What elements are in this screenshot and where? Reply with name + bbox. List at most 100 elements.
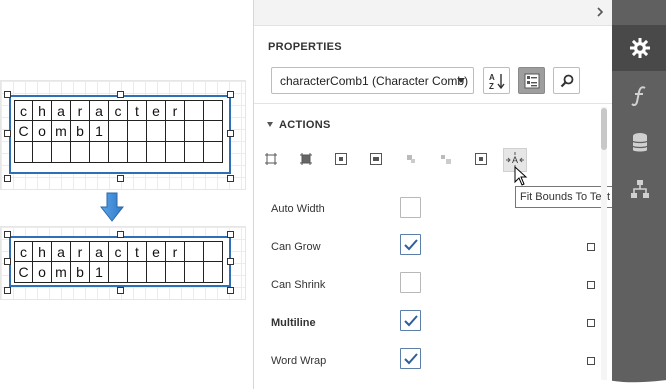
sort-az-button[interactable]: A Z [483,67,510,94]
actions-section-header[interactable]: ACTIONS [267,119,331,131]
resize-handle[interactable] [227,175,234,182]
selector-value: characterComb1 (Character Comb) [280,74,469,88]
word-wrap-checkbox[interactable] [400,348,421,369]
resize-handle[interactable] [227,287,234,294]
resize-handle[interactable] [227,130,234,137]
multiline-checkbox[interactable] [400,310,421,331]
comb-cell [33,142,52,163]
comb-cell: r [166,241,185,262]
prop-label-auto-width: Auto Width [271,203,325,215]
character-comb-after[interactable]: characterComb1 [9,236,231,287]
design-canvas[interactable]: characterComb1 characterComb1 [0,0,252,389]
checkmark-icon [404,315,418,327]
resize-handle[interactable] [4,175,11,182]
comb-cell: r [71,100,90,121]
character-comb-before[interactable]: characterComb1 [9,95,231,174]
properties-panel: PROPERTIES characterComb1 (Character Com… [253,0,666,389]
comb-cell: e [147,100,166,121]
comb-cell: t [128,100,147,121]
scrollbar-thumb[interactable] [601,108,607,150]
chevron-right-icon[interactable] [592,4,608,20]
comb-cell: a [52,241,71,262]
prop-label-multiline: Multiline [271,317,316,329]
comb-cell: r [166,100,185,121]
reset-indicator[interactable] [587,357,595,365]
reset-indicator[interactable] [587,243,595,251]
comb-cell: 1 [90,262,109,283]
comb-cell [109,142,128,163]
fit-bounds-icon[interactable] [299,152,313,166]
resize-handle[interactable] [4,91,11,98]
prop-label-can-shrink: Can Shrink [271,279,326,291]
can-grow-checkbox[interactable] [400,234,421,255]
align-icon-2[interactable] [439,152,453,166]
comb-cell [128,262,147,283]
search-icon [560,74,573,87]
resize-handle[interactable] [4,231,11,238]
chevron-down-icon [457,78,465,83]
comb-cell [147,262,166,283]
comb-cell: a [90,241,109,262]
resize-handle[interactable] [117,231,124,238]
component-selector[interactable]: characterComb1 (Character Comb) [271,67,474,94]
prop-label-word-wrap: Word Wrap [271,355,327,367]
comb-cell [204,121,223,142]
comb-cell [52,142,71,163]
comb-cell: a [90,100,109,121]
section-title: ACTIONS [279,119,331,131]
center-horizontally-icon[interactable] [334,152,348,166]
comb-cell [109,121,128,142]
comb-cell [185,142,204,163]
resize-handle[interactable] [227,91,234,98]
comb-cell: r [71,241,90,262]
tab-report-explorer[interactable] [612,166,666,212]
resize-handle[interactable] [227,231,234,238]
resize-handle[interactable] [117,175,124,182]
svg-text:A: A [489,73,495,82]
align-center-icon[interactable] [474,152,488,166]
panel-sidebar [612,0,666,389]
comb-cell: m [52,262,71,283]
comb-cell [204,100,223,121]
function-icon [630,86,646,107]
comb-cell: c [14,241,33,262]
center-vertically-icon[interactable] [369,152,383,166]
tab-properties[interactable] [612,25,666,71]
categorize-button[interactable] [518,67,545,94]
resize-handle[interactable] [4,130,11,137]
align-icon-1[interactable] [404,152,418,166]
fit-to-container-icon[interactable] [264,152,278,166]
comb-cell [204,241,223,262]
resize-handle[interactable] [117,91,124,98]
comb-cell [166,262,185,283]
can-shrink-checkbox[interactable] [400,272,421,293]
tab-data-source[interactable] [612,120,666,166]
svg-text:A: A [512,155,518,165]
auto-width-checkbox[interactable] [400,197,421,218]
svg-text:Z: Z [489,82,494,90]
resize-handle[interactable] [4,258,11,265]
comb-cell: c [109,241,128,262]
comb-cell [128,142,147,163]
down-arrow-icon [100,192,124,222]
comb-cell [166,121,185,142]
comb-cell [147,142,166,163]
tab-expressions[interactable] [612,73,666,119]
mouse-cursor-icon [514,166,528,186]
comb-cell [185,241,204,262]
comb-cell [14,142,33,163]
comb-cell: o [33,121,52,142]
resize-handle[interactable] [117,287,124,294]
comb-cell: h [33,241,52,262]
resize-handle[interactable] [227,258,234,265]
reset-indicator[interactable] [587,281,595,289]
comb-cell [90,142,109,163]
reset-indicator[interactable] [587,319,595,327]
divider [254,103,612,104]
comb-cell: c [14,100,33,121]
comb-cell [147,121,166,142]
comb-cell [71,142,90,163]
search-button[interactable] [553,67,580,94]
resize-handle[interactable] [4,287,11,294]
comb-cell [204,142,223,163]
